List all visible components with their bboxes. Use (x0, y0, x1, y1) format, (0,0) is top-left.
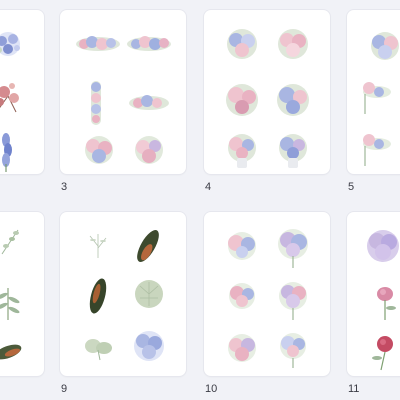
floral-artwork (0, 32, 20, 172)
page-number-label: 3 (61, 181, 68, 193)
page-number-label: 10 (205, 383, 218, 395)
page-number-label: 9 (61, 383, 68, 395)
floral-artwork (226, 29, 309, 168)
page-thumbnail-2[interactable] (0, 10, 44, 174)
floral-artwork (228, 229, 308, 368)
page-thumbnail-3[interactable] (60, 10, 186, 174)
floral-artwork (85, 230, 164, 361)
page-thumbnail-11[interactable] (347, 212, 400, 376)
page-number-label: 4 (205, 181, 212, 193)
floral-artwork (367, 230, 399, 371)
floral-artwork (76, 36, 171, 164)
page-number-label: 11 (348, 383, 360, 395)
page-thumbnail-8[interactable] (0, 212, 44, 376)
page-thumbnail-4[interactable] (204, 10, 330, 174)
floral-artwork (0, 229, 22, 360)
floral-artwork (363, 32, 399, 166)
page-number-label: 5 (348, 181, 355, 193)
page-thumbnail-5[interactable] (347, 10, 400, 174)
page-thumbnail-10[interactable] (204, 212, 330, 376)
page-thumbnail-9[interactable] (60, 212, 186, 376)
